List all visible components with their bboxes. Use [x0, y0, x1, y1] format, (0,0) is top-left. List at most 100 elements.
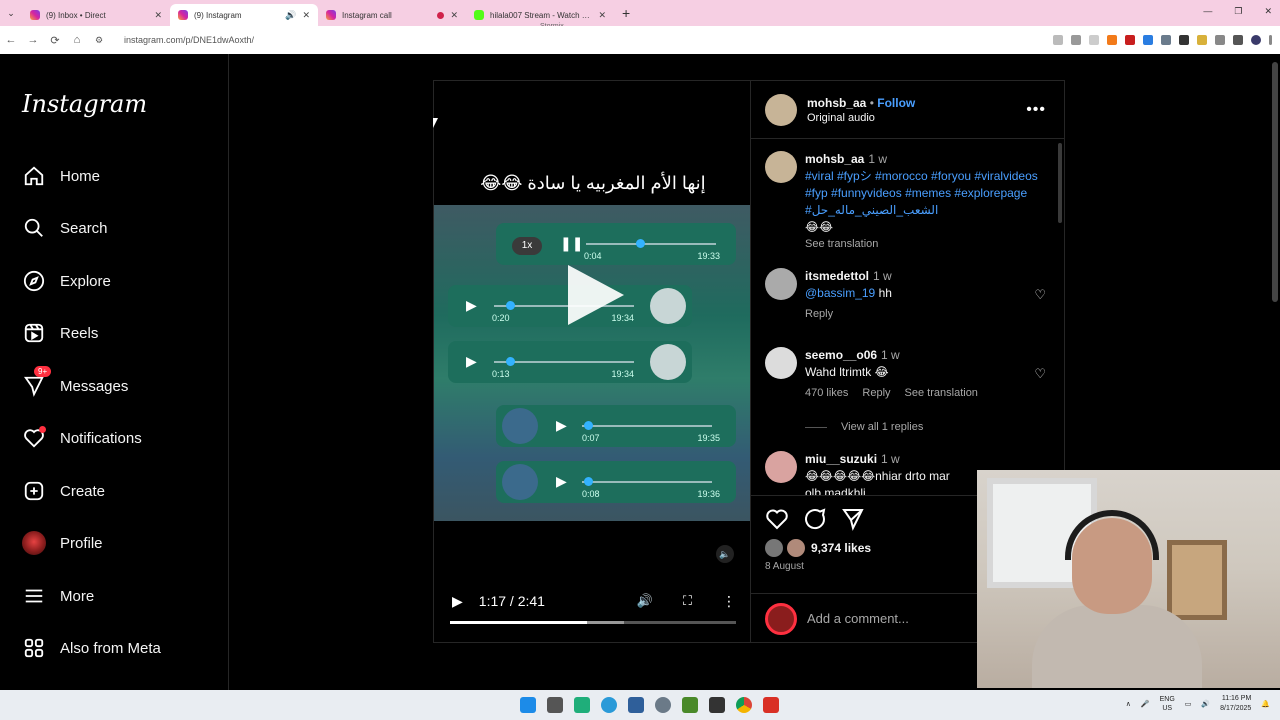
comment-input[interactable]: Add a comment... [807, 611, 909, 626]
tab-instagram[interactable]: (9) Instagram 🔊 ✕ [170, 4, 318, 26]
commenter-avatar[interactable] [765, 451, 797, 483]
back-icon[interactable]: ← [0, 34, 22, 46]
sidebar-item-profile[interactable]: Profile [22, 531, 103, 555]
share-icon[interactable] [841, 507, 865, 531]
like-comment-icon[interactable]: ♡ [1034, 366, 1046, 382]
reload-icon[interactable]: ⟳ [44, 34, 66, 47]
sidebar-item-messages[interactable]: 9+ Messages [22, 366, 128, 398]
windows-start-icon[interactable] [520, 697, 536, 713]
tab-search-icon[interactable]: ⌄ [0, 8, 22, 19]
bookmark-star-icon[interactable] [1089, 35, 1099, 45]
video-frame[interactable]: ❚❚ 0:04 19:33 ▶ 0:20 19:34 ▶ 0:13 19:34 … [434, 205, 750, 521]
sidebar-item-create[interactable]: Create [22, 479, 105, 503]
minimize-icon[interactable]: — [1203, 6, 1212, 17]
sidebar-item-also-from-meta[interactable]: Also from Meta [22, 636, 161, 660]
follow-button[interactable]: Follow [877, 96, 915, 110]
close-window-icon[interactable]: ✕ [1264, 6, 1272, 17]
new-tab-button[interactable]: + [614, 5, 638, 21]
commenter-avatar[interactable] [765, 268, 797, 300]
comment-icon[interactable] [803, 507, 827, 531]
extension-dark-icon[interactable] [1179, 35, 1189, 45]
sidebar-item-notifications[interactable]: Notifications [22, 426, 142, 450]
media-icon[interactable] [1233, 35, 1243, 45]
taskbar-app-icon[interactable] [709, 697, 725, 713]
profile-icon[interactable] [1251, 35, 1261, 45]
video-player[interactable]: إنها الأم المغربيه يا سادة 😂😂 ❚❚ 0:04 19… [433, 80, 751, 643]
comments-scrollbar[interactable] [1058, 143, 1062, 223]
audio-label[interactable]: Original audio [807, 112, 915, 124]
reply-link[interactable]: Reply [862, 385, 890, 402]
extension-orange-icon[interactable] [1107, 35, 1117, 45]
more-options-icon[interactable]: ••• [1026, 101, 1046, 119]
author-avatar[interactable] [765, 93, 797, 126]
puzzle-icon[interactable] [1215, 35, 1225, 45]
extension-gray-icon[interactable] [1161, 35, 1171, 45]
fullscreen-icon[interactable]: ⛶ [683, 593, 692, 609]
instagram-logo[interactable]: Instagram [22, 90, 147, 118]
close-icon[interactable]: ✕ [598, 10, 606, 21]
taskbar-app-icon[interactable] [628, 697, 644, 713]
big-play-icon[interactable] [568, 265, 624, 325]
settings-icon[interactable] [655, 697, 671, 713]
tab-instagram-call[interactable]: Instagram call ✕ [318, 4, 466, 26]
play-icon[interactable]: ▶ [452, 593, 463, 610]
see-translation-link[interactable]: See translation [805, 236, 878, 253]
see-translation-link[interactable]: See translation [905, 385, 978, 402]
sidebar-item-reels[interactable]: Reels [22, 321, 98, 345]
zoom-icon[interactable] [1071, 35, 1081, 45]
speaker-icon[interactable]: 🔊 [285, 10, 296, 21]
browser-menu-icon[interactable] [1269, 35, 1272, 45]
sidebar-item-home[interactable]: Home [22, 164, 100, 188]
cast-icon[interactable] [1053, 35, 1063, 45]
like-comment-icon[interactable]: ♡ [1034, 287, 1046, 303]
volume-icon[interactable]: 🔊 [637, 593, 653, 609]
mention-link[interactable]: @bassim_19 [805, 286, 875, 300]
like-icon[interactable] [765, 507, 789, 531]
sidebar-item-search[interactable]: Search [22, 216, 108, 240]
sidebar-item-explore[interactable]: Explore [22, 269, 111, 293]
page-scrollbar[interactable] [1272, 62, 1278, 302]
taskbar-app-icon[interactable] [763, 697, 779, 713]
taskbar-app-icon[interactable] [574, 697, 590, 713]
microphone-icon[interactable]: 🎤 [1141, 700, 1150, 708]
clock[interactable]: 11:16 PM 8/17/2025 [1220, 694, 1251, 714]
sidebar-item-label: Profile [60, 534, 103, 552]
video-more-icon[interactable]: ⋮ [722, 593, 736, 610]
home-browser-icon[interactable]: ⌂ [66, 34, 88, 46]
sidebar-item-label: Create [60, 482, 106, 500]
chevron-up-icon[interactable]: ∧ [1126, 700, 1131, 708]
sidebar-item-more[interactable]: More [22, 584, 94, 608]
taskbar-app-icon[interactable] [547, 697, 563, 713]
messages-badge: 9+ [34, 366, 52, 377]
author-username[interactable]: mohsb_aa [807, 96, 866, 110]
video-progress[interactable] [450, 621, 736, 624]
taskbar-app-icon[interactable] [682, 697, 698, 713]
comment-likes[interactable]: 470 likes [805, 385, 848, 402]
chrome-icon[interactable] [736, 697, 752, 713]
extension-yellow-icon[interactable] [1197, 35, 1207, 45]
address-bar: ← → ⟳ ⌂ ⚙ instagram.com/p/DNE1dwAoxth/ [0, 26, 1280, 54]
extension-blue-icon[interactable] [1143, 35, 1153, 45]
close-icon[interactable]: ✕ [154, 10, 162, 21]
close-icon[interactable]: ✕ [450, 10, 458, 21]
network-icon[interactable]: ▭ [1185, 700, 1192, 708]
author-avatar[interactable] [765, 151, 797, 183]
url-input[interactable]: instagram.com/p/DNE1dwAoxth/ [118, 30, 1053, 50]
likes-count[interactable]: 9,374 likes [765, 539, 871, 557]
commenter-avatar[interactable] [765, 347, 797, 379]
volume-tray-icon[interactable]: 🔊 [1201, 700, 1210, 708]
mute-icon[interactable]: 🔈 [716, 545, 734, 563]
close-icon[interactable]: ✕ [302, 10, 310, 21]
view-replies[interactable]: View all 1 replies [805, 421, 923, 433]
caption-hashtags[interactable]: #viral #fypシ #morocco #foryou #viralvide… [805, 168, 1045, 219]
tab-inbox[interactable]: (9) Inbox • Direct ✕ [22, 4, 170, 26]
play-icon: ▶ [556, 473, 567, 489]
language-indicator[interactable]: ENG US [1160, 695, 1175, 713]
restore-icon[interactable]: ❐ [1234, 6, 1242, 17]
edge-icon[interactable] [601, 697, 617, 713]
notification-bell-icon[interactable]: 🔔 [1261, 700, 1270, 708]
reply-link[interactable]: Reply [805, 306, 833, 323]
site-info-icon[interactable]: ⚙ [88, 35, 110, 46]
forward-icon[interactable]: → [22, 34, 44, 46]
extension-red-icon[interactable] [1125, 35, 1135, 45]
